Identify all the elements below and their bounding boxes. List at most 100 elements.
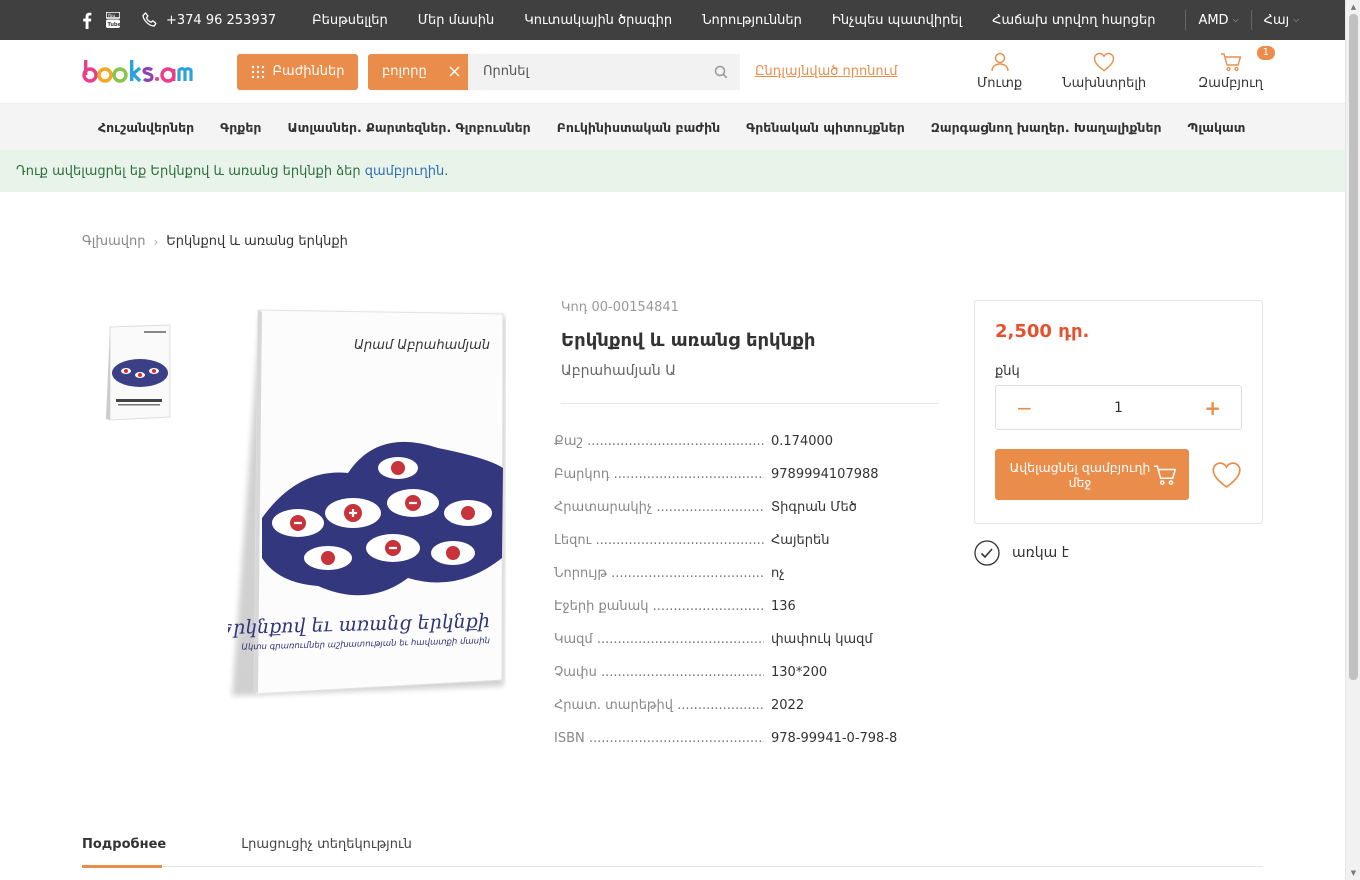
favorites-label: Նախնտրելի <box>1062 76 1147 91</box>
top-link-how-to-order[interactable]: Ինչպես պատվիրել <box>832 13 962 28</box>
minus-icon[interactable]: − <box>1016 396 1033 420</box>
top-link-news[interactable]: Նորություններ <box>702 13 802 28</box>
search-icon[interactable] <box>714 65 728 79</box>
currency-select[interactable]: AMD ⌵ <box>1185 10 1239 30</box>
grid-icon <box>251 65 264 78</box>
nav-item-atlases[interactable]: Ատլասներ. Քարտեզներ. Գլոբուսներ <box>287 120 530 135</box>
cart-label: Զամբյուղ <box>1198 76 1263 91</box>
spec-value: 978-99941-0-798-8 <box>771 731 898 746</box>
breadcrumb: Գլխավոր › Երկնքով և առանց երկնքի <box>82 234 348 249</box>
user-icon <box>990 52 1009 72</box>
cart-count-badge: 1 <box>1256 46 1275 60</box>
spec-key: Նորույթ <box>554 566 607 581</box>
spec-key: Կազմ <box>554 632 593 647</box>
nav-item-stationery[interactable]: Գրենական պիտույքներ <box>746 120 905 135</box>
top-link-faq[interactable]: Հաճախ տրվող հարցեր <box>992 13 1155 28</box>
category-nav: Հուշանվերներ Գրքեր Ատլասներ. Քարտեզներ. … <box>0 104 1345 150</box>
top-link-loyalty[interactable]: Կուտակային ծրագիր <box>524 13 672 28</box>
product-cover-image[interactable]: Արամ Աբրահամյան Երկնքով եւ առանց երկնքի … <box>228 308 506 700</box>
categories-button[interactable]: Բաժիններ <box>237 53 358 90</box>
cover-author: Արամ Աբրահամյան <box>354 338 490 353</box>
chevron-down-icon: ⌵ <box>1232 15 1239 24</box>
alert-cart-link[interactable]: զամբյուղին <box>365 164 445 179</box>
spec-value: 2022 <box>771 698 805 713</box>
favorites-button[interactable]: Նախնտրելի <box>1062 52 1146 91</box>
spec-row: Հրատարակիչ .............................… <box>554 500 857 515</box>
nav-item-games-toys[interactable]: Զարգացնող խաղեր. Խաղալիքներ <box>931 120 1162 135</box>
spec-value: 0.174000 <box>771 434 834 449</box>
scroll-down-icon[interactable]: ▼ <box>1346 866 1360 880</box>
spec-value: 136 <box>771 599 796 614</box>
spec-row: ISBN ...................................… <box>554 731 898 746</box>
spec-row: Էջերի քանակ ............................… <box>554 599 796 614</box>
add-to-cart-button[interactable]: Ավելացնել զամբյուղի մեջ <box>995 449 1189 500</box>
page-scrollbar[interactable]: ▲ ▼ <box>1345 0 1360 880</box>
tab-additional-info[interactable]: Լրացուցիչ տեղեկություն <box>241 837 412 867</box>
spec-value: 9789994107988 <box>771 467 879 482</box>
close-icon[interactable] <box>449 66 460 77</box>
site-logo[interactable] <box>82 57 202 87</box>
spec-key: Հրատ. տարեթիվ <box>554 698 674 713</box>
youtube-icon[interactable]: You Tube <box>106 12 120 28</box>
nav-item-posters[interactable]: Պլակատ <box>1188 120 1246 135</box>
plus-icon[interactable]: + <box>1204 396 1221 420</box>
search-input[interactable]: Որոնել <box>468 53 740 90</box>
top-links: Բեսթսելլեր Մեր մասին Կուտակային ծրագիր Ն… <box>312 13 1155 28</box>
search-scope-select[interactable]: բոլորը <box>368 53 468 90</box>
top-bar: You Tube +374 96 253937 Բեսթսելլեր Մեր մա… <box>0 0 1345 40</box>
product-info: Կոդ 00-00154841 Երկնքով և առանց երկնքի Ա… <box>561 300 939 404</box>
scrollbar-thumb[interactable] <box>1349 14 1358 680</box>
cart-button[interactable]: 1 Զամբյուղ <box>1198 46 1275 91</box>
product-code: Կոդ 00-00154841 <box>561 300 939 315</box>
spec-key: Քաշ <box>554 434 583 449</box>
alert-text: Դուք ավելացրել եք Երկնքով և առանց երկնքի… <box>16 163 365 179</box>
nav-item-books[interactable]: Գրքեր <box>220 120 261 135</box>
quantity-value[interactable]: 1 <box>1114 400 1123 416</box>
top-link-bestseller[interactable]: Բեսթսելլեր <box>312 13 388 28</box>
language-select[interactable]: Հայ ⌵ <box>1250 10 1299 30</box>
product-specs: Քաշ ....................................… <box>554 434 944 764</box>
advanced-search-link[interactable]: Ընդլայնված որոնում <box>755 64 898 79</box>
cart-success-alert: Դուք ավելացրել եք Երկնքով և առանց երկնքի… <box>0 150 1345 192</box>
cart-icon <box>1220 53 1241 72</box>
spec-key: Լեզու <box>554 533 592 548</box>
spec-key: Չափս <box>554 665 597 680</box>
scroll-up-icon[interactable]: ▲ <box>1346 0 1360 14</box>
tab-details[interactable]: Подробнее <box>82 837 166 868</box>
search-scope-value: բոլորը <box>382 64 427 79</box>
header-actions: Մուտք Նախնտրելի 1 Զամբյուղ <box>977 46 1275 91</box>
svg-text:You: You <box>107 13 116 19</box>
check-circle-icon <box>974 540 1000 566</box>
nav-item-antiquarian[interactable]: Բուկինիստական բաժին <box>557 120 720 135</box>
chevron-right-icon: › <box>153 234 159 249</box>
main-header: Բաժիններ բոլորը Որոնել Ընդլայնված որոնու… <box>0 40 1345 104</box>
spec-row: Բարկոդ .................................… <box>554 467 879 482</box>
categories-label: Բաժիններ <box>272 64 345 79</box>
facebook-icon[interactable] <box>82 12 92 29</box>
product-author[interactable]: Աբրահամյան Ա <box>561 363 939 379</box>
nav-item-souvenirs[interactable]: Հուշանվերներ <box>98 120 194 135</box>
product-title: Երկնքով և առանց երկնքի <box>561 330 816 351</box>
search-placeholder: Որոնել <box>483 64 530 79</box>
spec-row: Նորույթ ................................… <box>554 566 785 581</box>
social-links: You Tube <box>82 12 120 29</box>
spec-key: Հրատարակիչ <box>554 500 653 515</box>
phone-number: +374 96 253937 <box>166 12 277 28</box>
breadcrumb-home[interactable]: Գլխավոր <box>82 234 145 249</box>
phone-contact[interactable]: +374 96 253937 <box>142 12 276 28</box>
add-row: Ավելացնել զամբյուղի մեջ <box>995 449 1242 500</box>
code-value: 00-00154841 <box>591 300 679 315</box>
spec-row: Կազմ ...................................… <box>554 632 873 647</box>
cart-icon <box>1154 465 1177 485</box>
login-button[interactable]: Մուտք <box>977 52 1022 91</box>
spec-value: ոչ <box>771 566 785 581</box>
availability-status: առկա է <box>974 540 1069 566</box>
spec-key: Բարկոդ <box>554 467 610 482</box>
spec-value[interactable]: Տիգրան Մեծ <box>771 500 857 515</box>
spec-row: Լեզու ..................................… <box>554 533 830 548</box>
product-thumbnail[interactable] <box>104 323 174 421</box>
top-link-about[interactable]: Մեր մասին <box>418 13 495 28</box>
code-label: Կոդ <box>561 300 588 315</box>
currency-value: AMD <box>1198 12 1229 28</box>
add-to-favorites-heart-icon[interactable] <box>1211 461 1242 489</box>
